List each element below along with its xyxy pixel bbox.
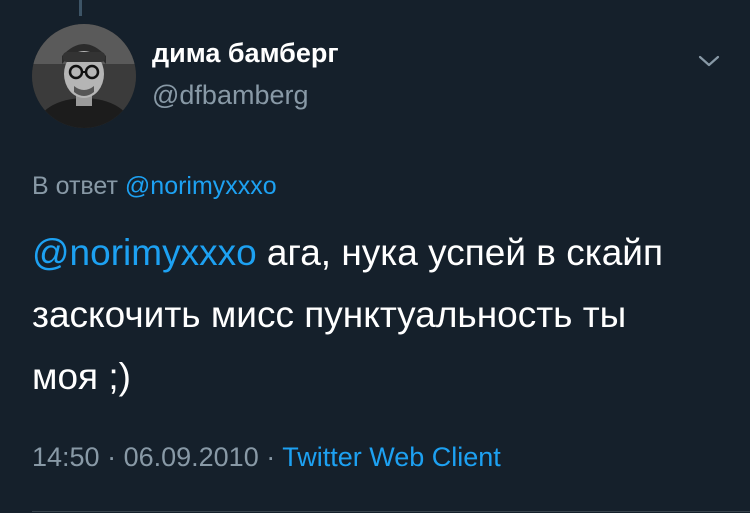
reply-mention-link[interactable]: @norimyxxxo bbox=[125, 172, 277, 200]
thread-connector-line bbox=[79, 0, 82, 16]
divider bbox=[32, 511, 750, 512]
tweet-time[interactable]: 14:50 bbox=[32, 442, 100, 472]
reply-prefix: В ответ bbox=[32, 172, 118, 200]
tweet-meta: 14:50 · 06.09.2010 · Twitter Web Client bbox=[32, 442, 501, 473]
avatar[interactable] bbox=[32, 24, 136, 128]
author-display-name[interactable]: дима бамберг bbox=[152, 38, 339, 69]
tweet-date[interactable]: 06.09.2010 bbox=[124, 442, 259, 472]
meta-separator: · bbox=[99, 442, 124, 472]
avatar-photo bbox=[32, 24, 136, 128]
tweet-source-link[interactable]: Twitter Web Client bbox=[282, 442, 501, 472]
chevron-down-icon[interactable] bbox=[696, 50, 722, 72]
tweet-detail: дима бамберг @dfbamberg В ответ @norimyx… bbox=[0, 0, 750, 513]
tweet-text: @norimyxxxo ага, нука успей в скайп заск… bbox=[32, 222, 672, 408]
meta-separator: · bbox=[258, 442, 283, 472]
author-handle[interactable]: @dfbamberg bbox=[152, 80, 309, 111]
reply-context: В ответ @norimyxxxo bbox=[32, 172, 277, 201]
tweet-mention-link[interactable]: @norimyxxxo bbox=[32, 232, 257, 273]
